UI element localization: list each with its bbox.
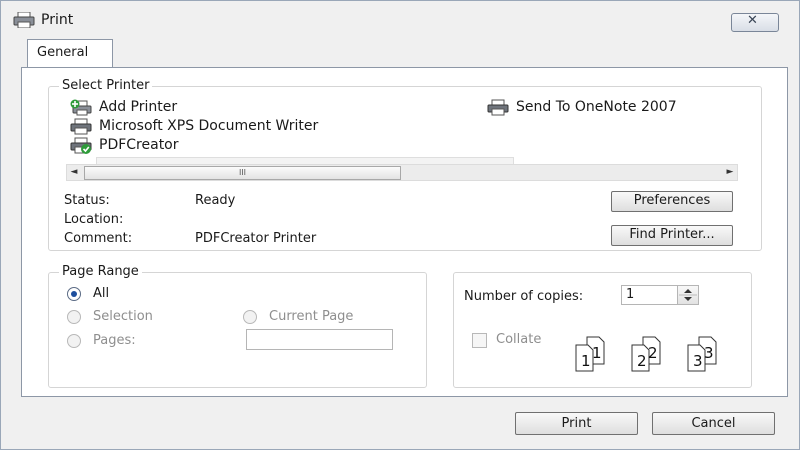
- radio-selection[interactable]: [67, 310, 81, 324]
- radio-current-page-label: Current Page: [269, 309, 354, 324]
- collate-digit: 3: [693, 352, 703, 370]
- radio-selection-label: Selection: [93, 309, 153, 324]
- add-printer-icon: [70, 99, 92, 116]
- comment-label: Comment:: [64, 231, 133, 246]
- scroll-left-icon[interactable]: ◄: [67, 165, 81, 180]
- printer-name: Send To OneNote 2007: [516, 99, 677, 115]
- status-value: Ready: [195, 193, 236, 208]
- printer-name: Microsoft XPS Document Writer: [99, 118, 319, 134]
- printer-icon: [487, 99, 509, 116]
- stepper-arrows-icon: [679, 289, 697, 301]
- scroll-thumb[interactable]: III: [84, 166, 401, 180]
- printer-name: PDFCreator: [99, 137, 179, 153]
- close-icon: ✕: [747, 13, 758, 28]
- radio-all-label: All: [93, 286, 110, 301]
- collate-digit: 3: [704, 344, 714, 362]
- location-label: Location:: [64, 212, 124, 227]
- pages-input[interactable]: [246, 329, 393, 350]
- collate-pages-icon: 1 1 2 2 3 3: [575, 336, 717, 372]
- radio-all[interactable]: [67, 287, 81, 301]
- printer-item-add-printer[interactable]: Add Printer: [70, 99, 270, 117]
- copies-input[interactable]: 1: [621, 285, 678, 305]
- cancel-button[interactable]: Cancel: [652, 412, 775, 435]
- radio-pages[interactable]: [67, 334, 81, 348]
- copies-stepper[interactable]: [677, 285, 699, 305]
- find-printer-button[interactable]: Find Printer...: [611, 225, 733, 246]
- print-button[interactable]: Print: [515, 412, 638, 435]
- printer-icon: [70, 118, 92, 135]
- printer-item-onenote[interactable]: Send To OneNote 2007: [487, 99, 737, 117]
- printer-icon: [13, 12, 35, 28]
- tab-label: General: [37, 45, 89, 60]
- copies-label: Number of copies:: [464, 289, 584, 304]
- general-panel: Select Printer Add Printer Microsoft XPS…: [21, 67, 788, 397]
- radio-pages-label: Pages:: [93, 333, 136, 348]
- select-printer-legend: Select Printer: [59, 78, 153, 93]
- collate-digit: 1: [592, 344, 602, 362]
- page-range-legend: Page Range: [59, 264, 142, 279]
- printer-name: Add Printer: [99, 99, 178, 115]
- status-label: Status:: [64, 193, 110, 208]
- printer-item-microsoft-xps[interactable]: Microsoft XPS Document Writer: [70, 118, 410, 136]
- tab-general[interactable]: General: [27, 39, 113, 68]
- scroll-right-icon[interactable]: ►: [723, 165, 737, 180]
- select-printer-group: Select Printer Add Printer Microsoft XPS…: [48, 78, 762, 251]
- preferences-button[interactable]: Preferences: [611, 191, 733, 212]
- page-range-group: Page Range All Selection Current Page Pa…: [48, 264, 427, 388]
- collate-checkbox[interactable]: [472, 333, 487, 348]
- printer-list-scrollbar[interactable]: ◄ III ►: [66, 164, 738, 181]
- copies-value: 1: [626, 287, 635, 302]
- radio-current-page[interactable]: [243, 310, 257, 324]
- collate-digit: 1: [581, 352, 591, 370]
- copies-group: Number of copies: 1 Collate 1 1 2 2 3 3: [453, 272, 752, 388]
- printer-item-pdfcreator[interactable]: PDFCreator: [70, 137, 270, 155]
- comment-value: PDFCreator Printer: [195, 231, 317, 246]
- collate-digit: 2: [637, 352, 647, 370]
- title-bar: Print ✕: [1, 1, 799, 39]
- print-dialog: Print ✕ General Select Printer Add Print…: [0, 0, 800, 450]
- collate-label: Collate: [496, 332, 542, 347]
- default-printer-icon: [70, 137, 92, 154]
- close-button[interactable]: ✕: [731, 13, 779, 32]
- window-title: Print: [41, 12, 74, 28]
- collate-digit: 2: [648, 344, 658, 362]
